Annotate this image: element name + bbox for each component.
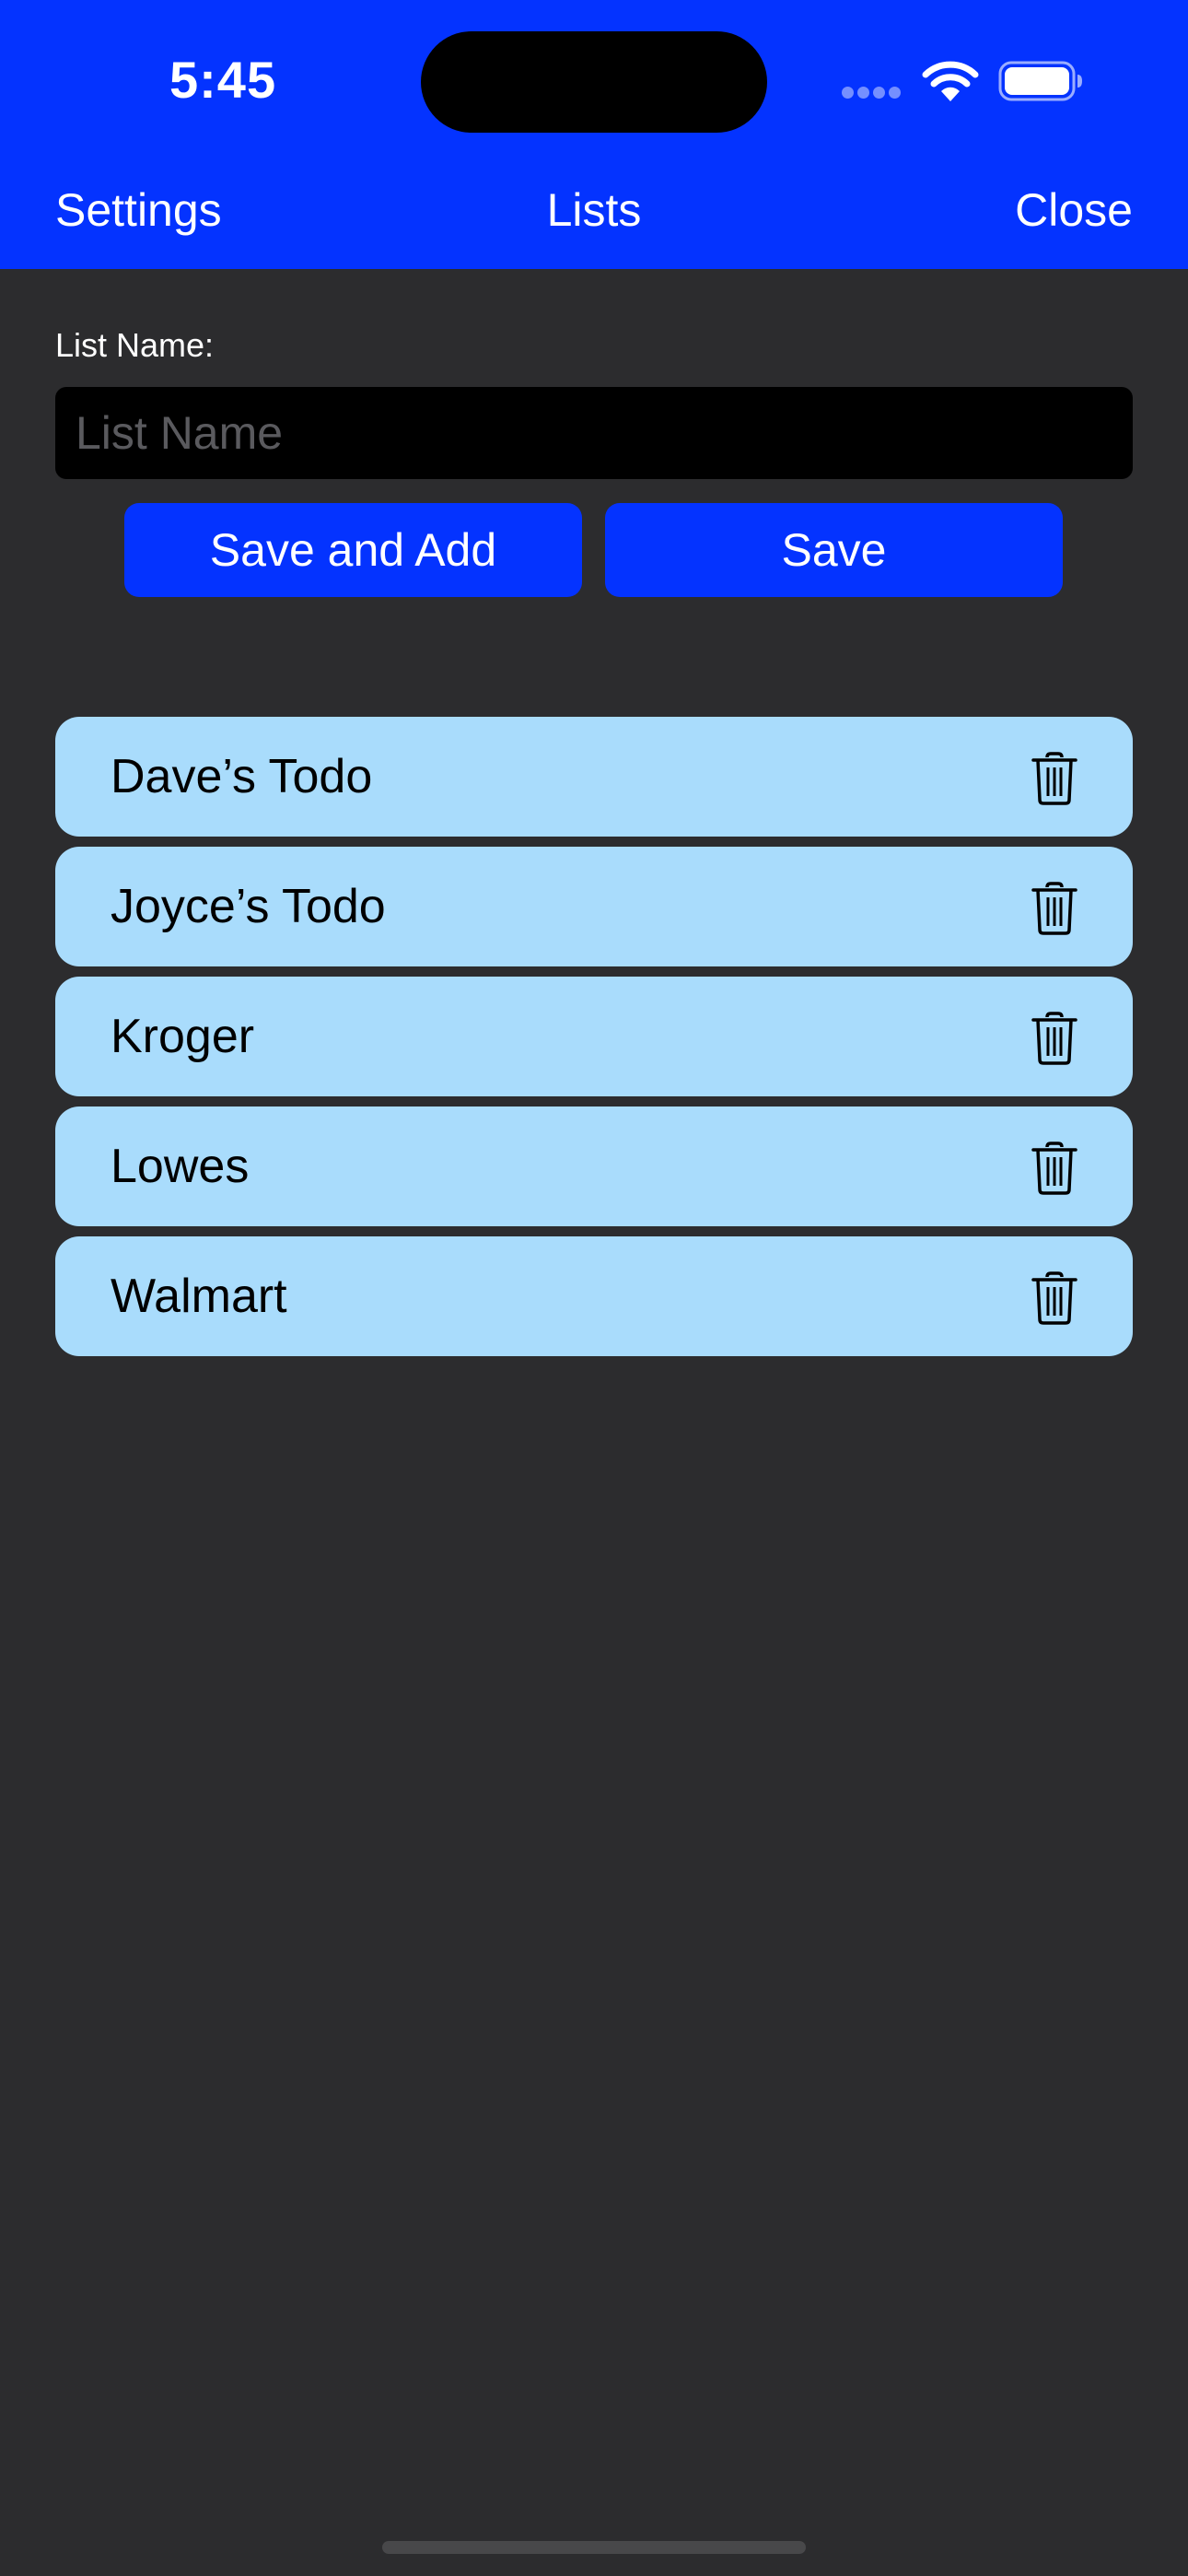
save-button[interactable]: Save	[605, 503, 1063, 597]
header-bar: 5:45 Settings Lists Close	[0, 0, 1188, 269]
list-item-label: Dave’s Todo	[111, 750, 373, 803]
trash-icon[interactable]	[1031, 1271, 1077, 1325]
close-button[interactable]: Close	[1015, 181, 1133, 240]
wifi-icon	[922, 61, 979, 101]
list-item-label: Kroger	[111, 1010, 255, 1063]
list-item-label: Lowes	[111, 1140, 250, 1193]
cellular-signal-icon	[842, 87, 903, 100]
list-name-input[interactable]	[55, 387, 1133, 479]
list-item[interactable]: Walmart	[55, 1236, 1133, 1356]
settings-button[interactable]: Settings	[55, 181, 222, 240]
dynamic-island	[421, 31, 767, 133]
trash-icon[interactable]	[1031, 882, 1077, 935]
trash-icon[interactable]	[1031, 1142, 1077, 1195]
list-item-label: Joyce’s Todo	[111, 880, 386, 933]
status-time: 5:45	[169, 51, 277, 109]
list-name-label: List Name:	[55, 326, 215, 364]
list-item[interactable]: Joyce’s Todo	[55, 847, 1133, 966]
save-and-add-button[interactable]: Save and Add	[124, 503, 582, 597]
list-item[interactable]: Kroger	[55, 977, 1133, 1096]
lists-list: Dave’s Todo Joyce’s Todo Kroger Lowes Wa…	[55, 717, 1133, 1366]
battery-icon	[998, 61, 1082, 101]
list-item[interactable]: Dave’s Todo	[55, 717, 1133, 837]
trash-icon[interactable]	[1031, 1012, 1077, 1065]
list-item[interactable]: Lowes	[55, 1107, 1133, 1226]
trash-icon[interactable]	[1031, 752, 1077, 805]
home-indicator[interactable]	[382, 2541, 806, 2554]
list-item-label: Walmart	[111, 1270, 287, 1323]
